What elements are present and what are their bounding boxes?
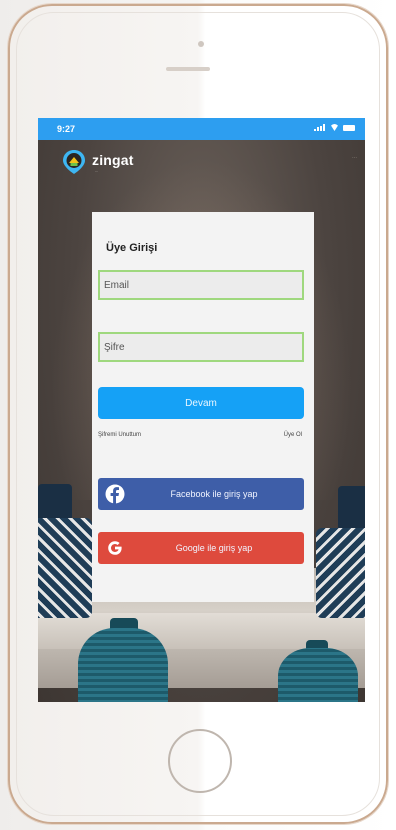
logo-wordmark: zingat <box>92 151 134 168</box>
password-input[interactable] <box>98 332 304 362</box>
signal-icon <box>314 124 326 131</box>
app-logo: zingat ... <box>60 148 134 176</box>
signup-link[interactable]: Üye Ol <box>284 432 302 438</box>
background-pillow <box>316 528 365 618</box>
logo-tagline: ... <box>95 167 99 173</box>
facebook-login-button[interactable]: Facebook ile giriş yap <box>98 478 304 510</box>
battery-icon <box>343 124 355 131</box>
earpiece-speaker <box>166 67 210 71</box>
background-pillow <box>38 518 92 618</box>
status-time: 9:27 <box>57 124 76 134</box>
status-icons <box>314 124 355 131</box>
google-icon <box>98 532 132 564</box>
forgot-password-link[interactable]: Şifremi Unuttum <box>98 432 141 438</box>
background-vase <box>78 628 168 702</box>
continue-button[interactable]: Devam <box>98 387 304 419</box>
facebook-login-label: Facebook ile giriş yap <box>170 489 258 499</box>
email-input[interactable] <box>98 270 304 300</box>
wifi-icon <box>330 124 339 131</box>
background-vase <box>278 648 358 702</box>
google-login-button[interactable]: Google ile giriş yap <box>98 532 304 564</box>
zingat-logo-icon <box>60 148 88 176</box>
google-login-label: Google ile giriş yap <box>175 543 253 553</box>
status-bar: 9:27 <box>38 118 365 140</box>
home-button[interactable] <box>168 729 232 793</box>
login-card: Üye Girişi Devam Şifremi Unuttum Üye Ol … <box>92 212 314 602</box>
front-camera <box>198 41 204 47</box>
app-screen: 9:27 zingat ... ... Üye Girişi Email Dev… <box>38 118 365 702</box>
facebook-icon <box>98 478 132 510</box>
top-right-text: ... <box>351 154 357 160</box>
device-mockup: 9:27 zingat ... ... Üye Girişi Email Dev… <box>0 0 396 830</box>
login-title: Üye Girişi <box>106 242 158 254</box>
